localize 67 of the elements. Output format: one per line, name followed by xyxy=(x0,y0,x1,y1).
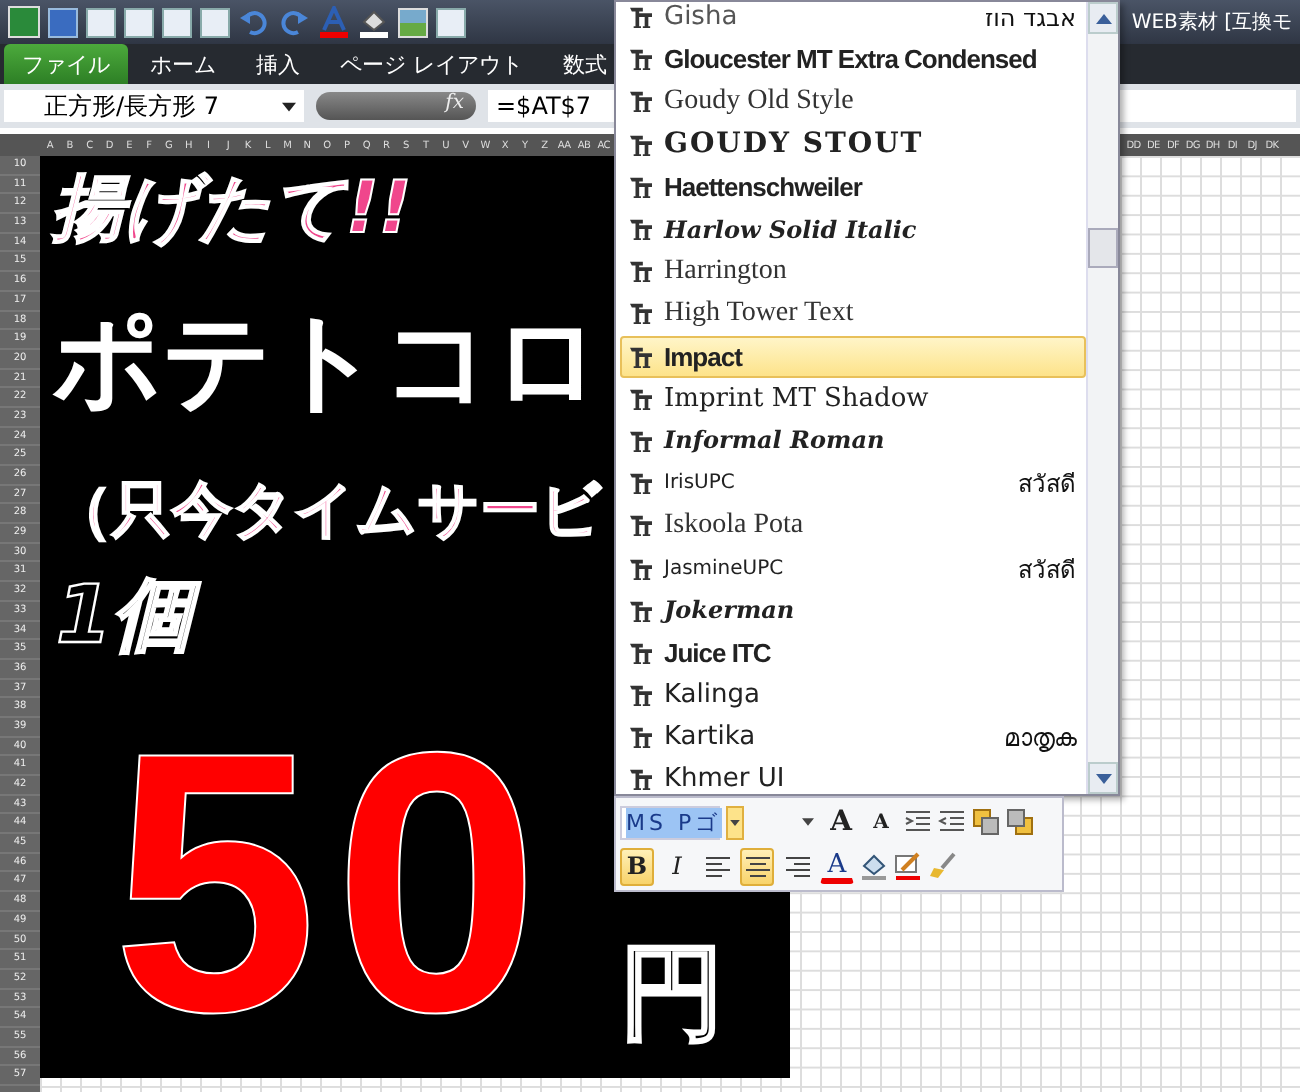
align-center-button[interactable] xyxy=(740,847,774,885)
window-title: WEB素材 [互換モ xyxy=(1131,9,1292,36)
scroll-down-icon[interactable] xyxy=(1088,762,1118,794)
caret-icon[interactable] xyxy=(802,818,814,826)
font-type-icon xyxy=(630,514,652,537)
right-align-icon xyxy=(785,855,809,877)
center-align-icon xyxy=(745,855,769,877)
bold-button[interactable]: B xyxy=(620,847,654,885)
font-type-icon xyxy=(630,260,652,283)
ribbon-tab[interactable]: 挿入 xyxy=(238,44,318,84)
unit-text: 1個 xyxy=(52,564,208,668)
font-type-icon xyxy=(630,218,652,241)
bring-forward-icon[interactable] xyxy=(972,808,1000,836)
font-type-icon xyxy=(630,133,652,156)
font-type-icon xyxy=(630,302,652,325)
font-type-icon xyxy=(630,345,652,368)
font-color-button[interactable]: A xyxy=(820,849,854,883)
outdent-icon[interactable] xyxy=(938,808,966,836)
ribbon-tab[interactable]: ファイル xyxy=(4,44,128,84)
font-type-icon xyxy=(630,641,652,664)
product-text: ポテトコロ xyxy=(52,296,602,428)
font-type-icon xyxy=(630,599,652,622)
font-item[interactable]: Impact xyxy=(620,335,1086,378)
fill-color-icon[interactable] xyxy=(358,6,390,38)
font-color-icon[interactable] xyxy=(318,6,350,38)
font-type-icon xyxy=(630,175,652,198)
send-backward-icon[interactable] xyxy=(1006,808,1034,836)
pencil-icon[interactable] xyxy=(894,852,922,880)
redo-icon[interactable] xyxy=(278,6,310,38)
price-text: 50 xyxy=(112,714,556,1054)
function-button[interactable]: fx xyxy=(316,92,476,120)
shrink-font-button[interactable]: A xyxy=(864,803,898,841)
font-type-icon xyxy=(630,684,652,707)
scroll-thumb[interactable] xyxy=(1088,228,1118,268)
ribbon-tab[interactable]: 数式 xyxy=(545,44,625,84)
name-box[interactable]: 正方形/長方形 7 xyxy=(4,90,304,122)
currency-text: 円 xyxy=(619,934,724,1054)
ribbon-tab[interactable]: ホーム xyxy=(132,44,234,84)
font-type-icon xyxy=(630,6,652,29)
fill-bucket-icon[interactable] xyxy=(860,852,888,880)
caret-icon[interactable] xyxy=(282,101,296,111)
font-type-icon xyxy=(630,557,652,580)
font-item[interactable]: Goudy Old Style xyxy=(620,80,1086,124)
undo-icon[interactable] xyxy=(238,6,270,38)
font-type-icon xyxy=(630,472,652,495)
picture-icon[interactable] xyxy=(398,7,428,37)
font-type-icon xyxy=(630,768,652,791)
left-align-icon xyxy=(705,855,729,877)
font-type-icon xyxy=(630,726,652,749)
indent-icon[interactable] xyxy=(904,808,932,836)
font-type-icon xyxy=(630,429,652,452)
headline-text: 揚げたて!! xyxy=(52,168,412,252)
caret-icon xyxy=(730,819,740,825)
scrollbar[interactable] xyxy=(1086,2,1118,794)
font-name-field[interactable]: MS Pゴ xyxy=(620,805,720,839)
font-type-icon xyxy=(630,387,652,410)
scroll-up-icon[interactable] xyxy=(1088,2,1118,34)
note-text: （只今タイムサービ xyxy=(52,474,602,550)
font-type-icon xyxy=(630,90,652,113)
document-icon[interactable] xyxy=(86,7,116,37)
dropdown-button[interactable] xyxy=(726,805,744,839)
ribbon-tab[interactable]: ページ レイアウト xyxy=(322,44,541,84)
font-type-icon xyxy=(630,48,652,71)
grow-font-button[interactable]: A xyxy=(824,803,858,841)
font-item[interactable]: Gloucester MT Extra Condensed xyxy=(620,38,1086,81)
italic-button[interactable]: I xyxy=(660,847,694,885)
paintbrush-icon[interactable] xyxy=(928,852,956,880)
